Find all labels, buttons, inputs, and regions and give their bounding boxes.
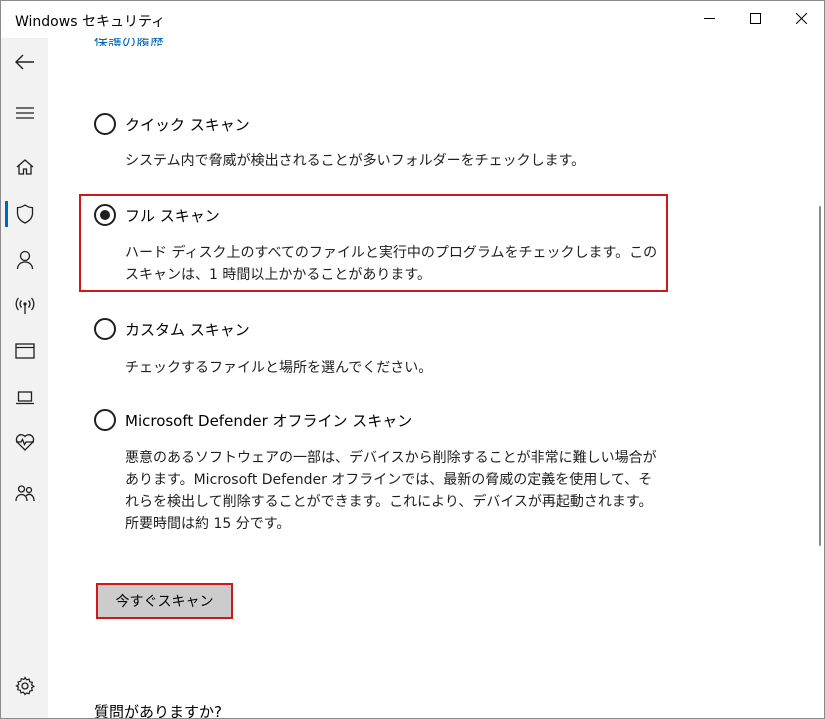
offline-scan-label: Microsoft Defender オフライン スキャン [125,411,413,430]
nav-menu-button[interactable] [1,90,48,136]
scrollbar-thumb[interactable] [819,206,821,546]
full-scan-radio[interactable] [94,204,116,226]
nav-item-family-options[interactable] [1,470,48,516]
nav-item-device-security[interactable] [1,375,48,421]
shield-icon [16,204,33,224]
app-window: Windows セキュリティ 保護の履歴 クイック スキャン システム内で脅威が… [0,0,825,719]
close-button[interactable] [778,1,824,35]
laptop-icon [15,391,34,405]
browser-window-icon [14,343,35,359]
active-indicator [5,201,8,227]
heart-pulse-icon [15,434,34,451]
maximize-button[interactable] [732,1,778,35]
minimize-button[interactable] [686,1,732,35]
scan-options-page: 保護の履歴 クイック スキャン システム内で脅威が検出されることが多いフォルダー… [48,38,824,719]
nav-item-firewall[interactable] [1,283,48,329]
family-icon [14,485,35,502]
quick-scan-label: クイック スキャン [125,115,250,134]
offline-scan-radio[interactable] [94,409,116,431]
custom-scan-radio[interactable] [94,318,116,340]
title-bar: Windows セキュリティ [1,1,824,38]
full-scan-option[interactable]: フル スキャン [94,204,220,226]
question-heading: 質問がありますか? [94,703,222,719]
custom-scan-option[interactable]: カスタム スキャン [94,318,250,340]
nav-item-home[interactable] [1,144,48,190]
custom-scan-label: カスタム スキャン [125,320,250,339]
gear-icon [14,676,35,696]
scan-now-button[interactable]: 今すぐスキャン [96,583,233,619]
nav-item-device-performance[interactable] [1,419,48,465]
antenna-icon [15,297,34,314]
back-arrow-icon [14,54,34,70]
quick-scan-option[interactable]: クイック スキャン [94,113,250,135]
nav-item-account-protection[interactable] [1,237,48,283]
navigation-rail [1,38,48,718]
offline-scan-option[interactable]: Microsoft Defender オフライン スキャン [94,409,412,431]
hamburger-icon [15,107,34,119]
close-icon [795,12,807,24]
quick-scan-description: システム内で脅威が検出されることが多いフォルダーをチェックします。 [125,153,586,169]
offline-scan-description: 悪意のあるソフトウェアの一部は、デバイスから削除することが非常に難しい場合があり… [125,450,657,532]
nav-item-settings[interactable] [1,663,48,709]
full-scan-description: ハード ディスク上のすべてのファイルと実行中のプログラムをチェックします。このス… [125,245,658,283]
nav-item-app-browser-control[interactable] [1,328,48,374]
custom-scan-description: チェックするファイルと場所を選んでください。 [125,360,433,376]
window-title: Windows セキュリティ [15,14,166,30]
quick-scan-radio[interactable] [94,113,116,135]
full-scan-label: フル スキャン [125,206,220,225]
nav-item-virus-protection[interactable] [1,191,48,237]
minimize-icon [703,17,715,19]
home-icon [16,159,33,175]
protection-history-link[interactable]: 保護の履歴 [94,38,164,46]
person-icon [16,250,33,270]
maximize-icon [749,12,761,24]
vertical-scrollbar[interactable] [816,38,824,718]
nav-back-button[interactable] [1,39,48,85]
